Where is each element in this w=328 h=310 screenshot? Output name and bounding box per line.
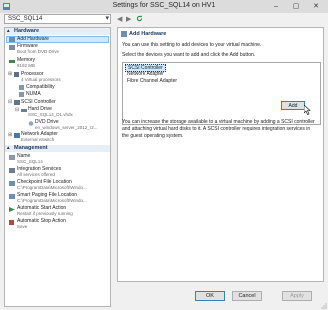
refresh-icon[interactable]	[136, 15, 143, 22]
add-hardware-icon	[121, 31, 127, 37]
firmware-icon	[9, 45, 15, 50]
auto-start-icon	[9, 207, 15, 212]
auto-stop-detail: Save	[17, 224, 28, 229]
add-button[interactable]: Add	[281, 101, 305, 110]
network-adapter-icon	[14, 133, 20, 138]
smart-paging-detail: C:\ProgramData\Microsoft\Windo...	[17, 198, 87, 203]
section-hardware-label: Hardware	[14, 28, 40, 34]
network-adapter-detail: External vSwitch	[21, 137, 55, 142]
tree-item-numa[interactable]: NUMA	[26, 91, 41, 98]
processor-icon	[14, 72, 19, 77]
processor-detail: 4 Virtual processors	[21, 77, 61, 82]
mouse-cursor-icon	[304, 105, 311, 115]
expand-processor-icon[interactable]: ⊞	[8, 71, 12, 77]
tree-item-compatibility[interactable]: Compatibility	[26, 84, 55, 91]
integration-services-detail: All services offered	[17, 172, 55, 177]
vm-selector-value: SSC_SQL14	[8, 16, 43, 22]
expand-network-adapter-icon[interactable]: ⊞	[8, 132, 12, 138]
hard-drive-icon	[21, 109, 27, 112]
footer-line-2: and attaching virtual hard disks to it. …	[122, 126, 311, 132]
close-button[interactable]: ✕	[308, 0, 324, 13]
device-item-network-adapter[interactable]: Network Adapter	[125, 71, 166, 77]
name-icon	[9, 155, 15, 160]
chevron-down-icon: ▾	[105, 15, 109, 22]
content-title: Add Hardware	[129, 31, 167, 37]
add-hardware-icon	[9, 37, 15, 42]
checkpoint-location-icon	[9, 181, 15, 186]
auto-stop-icon	[9, 220, 14, 225]
dvd-drive-detail: en_windows_server_2012_r2...	[35, 125, 98, 130]
device-item-fibre-channel-adapter[interactable]: Fibre Channel Adapter	[125, 78, 179, 84]
smart-paging-icon	[9, 194, 15, 199]
device-list[interactable]: SCSI Controller Network Adapter Fibre Ch…	[122, 62, 321, 125]
cancel-button[interactable]: Cancel	[232, 291, 262, 301]
collapse-scsi-icon[interactable]: ⊟	[8, 99, 12, 105]
back-arrow-icon[interactable]: ◀	[117, 15, 122, 23]
memory-detail: 8192 MB	[17, 63, 36, 68]
ok-button[interactable]: OK	[195, 291, 225, 301]
maximize-button[interactable]: ▢	[288, 0, 304, 13]
tree-item-scsi-controller[interactable]: SCSI Controller	[21, 99, 56, 106]
scsi-controller-icon	[14, 100, 20, 105]
forward-arrow-icon[interactable]: ▶	[126, 15, 131, 23]
collapse-hard-drive-icon[interactable]: ⊟	[15, 107, 19, 113]
settings-tree: ▴ Hardware Add Hardware Firmware Boot fro…	[4, 27, 111, 307]
collapse-icon: ▴	[7, 28, 10, 34]
add-hardware-label: Add Hardware	[17, 36, 49, 42]
auto-start-detail: Restart if previously running	[17, 211, 73, 216]
hard-drive-detail: SSC_SQL14_D1.vhdx	[28, 112, 73, 117]
vm-selector-dropdown[interactable]: SSC_SQL14 ▾	[4, 14, 111, 24]
name-detail: SSC_SQL14	[17, 159, 43, 164]
content-intro: You can use this setting to add devices …	[122, 42, 262, 48]
numa-icon	[19, 92, 24, 97]
minimize-button[interactable]: –	[268, 0, 284, 13]
section-management-label: Management	[14, 145, 48, 151]
integration-services-icon	[9, 168, 15, 173]
section-hardware[interactable]: ▴ Hardware	[5, 28, 110, 35]
resize-grip-icon[interactable]	[321, 303, 327, 309]
memory-icon	[9, 60, 15, 63]
dvd-drive-icon	[28, 121, 34, 126]
footer-line-1: You can increase the storage available t…	[122, 119, 315, 125]
apply-button[interactable]: Apply	[282, 291, 312, 301]
firmware-detail: Boot from DVD Drive	[17, 49, 60, 54]
footer-line-3: the guest operating system.	[122, 133, 184, 139]
content-pane: Add Hardware You can use this setting to…	[117, 27, 324, 282]
checkpoint-location-detail: C:\ProgramData\Microsoft\Windo...	[17, 185, 87, 190]
content-instruction: Select the devices you want to add and c…	[122, 52, 256, 58]
section-management[interactable]: ▴ Management	[5, 145, 110, 152]
collapse-icon: ▴	[7, 145, 10, 151]
compatibility-icon	[19, 85, 24, 90]
